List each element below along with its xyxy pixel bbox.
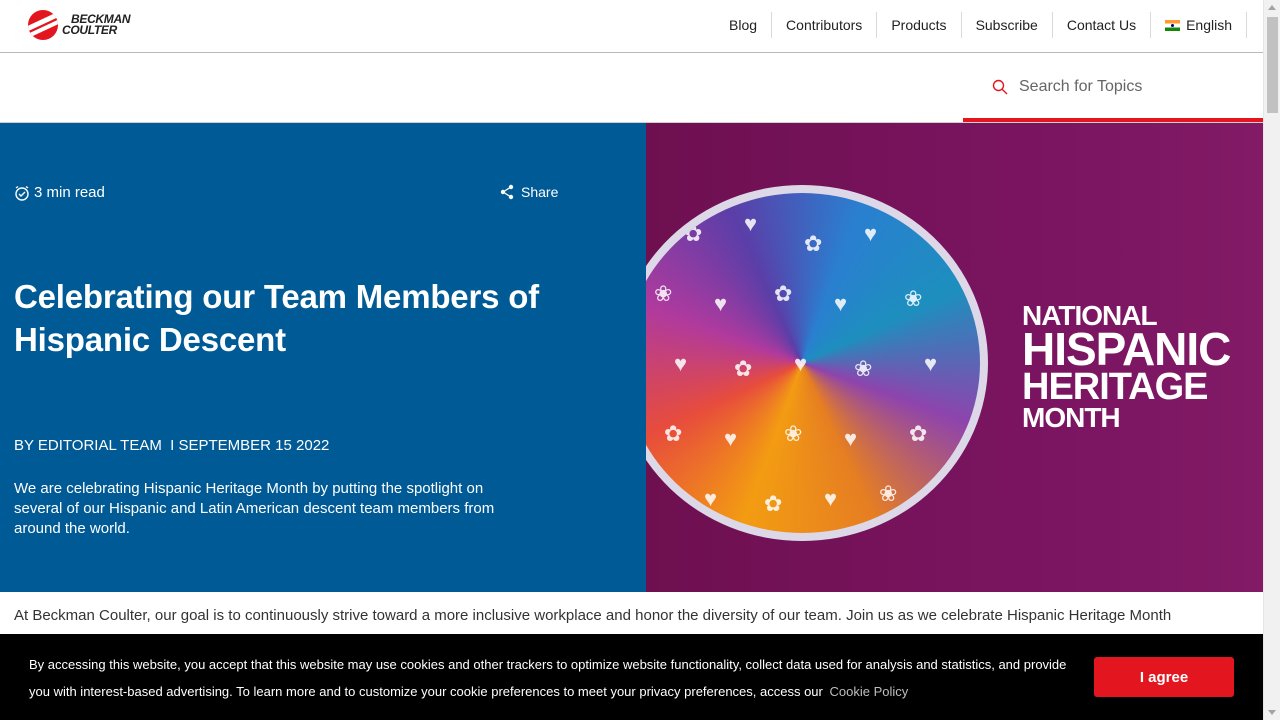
nav-contributors[interactable]: Contributors — [771, 12, 876, 38]
search-bar — [0, 53, 1263, 123]
flower-icon: ❀ — [654, 281, 673, 306]
article-byline: BY EDITORIAL TEAM I SEPTEMBER 15 2022 — [14, 437, 330, 454]
article-lede: We are celebrating Hispanic Heritage Mon… — [14, 480, 495, 537]
logo-mark-icon — [28, 10, 58, 40]
logo-line2: COULTER — [62, 23, 118, 37]
flower-icon: ❀ — [854, 356, 873, 381]
article-title: Celebrating our Team Members of Hispanic… — [14, 278, 539, 358]
main-nav: Blog Contributors Products Subscribe Con… — [715, 12, 1247, 38]
share-button[interactable]: Share — [499, 184, 558, 200]
promo-line3: HERITAGE — [1022, 366, 1209, 408]
flower-icon: ✿ — [684, 221, 703, 246]
flower-icon: ❀ — [879, 481, 898, 506]
flower-icon: ✿ — [909, 421, 928, 446]
hero-image: ✿ ♥ ✿ ♥ ❀ ♥ ✿ ♥ ❀ ♥ ✿ ♥ ❀ ♥ ✿ ♥ ❀ ♥ ✿ ♥ … — [646, 123, 1263, 592]
flower-icon: ✿ — [734, 356, 753, 381]
heart-icon: ♥ — [844, 426, 858, 451]
read-time-label: 3 min read — [34, 184, 105, 201]
scroll-down-arrow-icon[interactable] — [1268, 710, 1276, 715]
flower-icon: ✿ — [774, 281, 793, 306]
hispanic-heritage-medallion: ✿ ♥ ✿ ♥ ❀ ♥ ✿ ♥ ❀ ♥ ✿ ♥ ❀ ♥ ✿ ♥ ❀ ♥ ✿ ♥ … — [646, 185, 988, 541]
flower-icon: ❀ — [904, 286, 923, 311]
heart-icon: ♥ — [674, 351, 688, 376]
heart-icon: ♥ — [924, 351, 938, 376]
scroll-thumb[interactable] — [1267, 17, 1278, 113]
heart-icon: ♥ — [744, 211, 758, 236]
scroll-up-arrow-icon[interactable] — [1268, 5, 1276, 10]
flower-icon: ✿ — [664, 421, 683, 446]
nav-products[interactable]: Products — [876, 12, 960, 38]
article-hero: 3 min read Share Celebrating our Team Me… — [0, 123, 646, 592]
cookie-policy-link[interactable]: Cookie Policy — [830, 684, 909, 699]
heart-icon: ♥ — [834, 291, 848, 316]
heritage-month-wordmark: NATIONAL HISPANIC HERITAGE MONTH — [1022, 302, 1231, 433]
flower-icon: ✿ — [804, 231, 823, 256]
promo-line2: HISPANIC — [1022, 323, 1231, 375]
flower-icon: ✿ — [764, 491, 783, 516]
search-icon[interactable] — [992, 79, 1008, 95]
heart-icon: ♥ — [714, 291, 728, 316]
promo-line4: MONTH — [1022, 402, 1121, 433]
heart-icon: ♥ — [704, 486, 718, 511]
search-input[interactable] — [1019, 75, 1249, 99]
beckman-coulter-logo[interactable]: BECKMAN COULTER — [28, 10, 131, 40]
heart-icon: ♥ — [824, 486, 838, 511]
heart-icon: ♥ — [724, 426, 738, 451]
heart-icon: ♥ — [794, 351, 808, 376]
search-box — [963, 53, 1263, 123]
flower-icon: ❀ — [784, 421, 803, 446]
nav-subscribe[interactable]: Subscribe — [960, 12, 1052, 38]
share-label: Share — [521, 184, 559, 200]
language-label: English — [1186, 17, 1232, 33]
share-icon — [500, 184, 514, 200]
clock-icon — [15, 185, 29, 201]
cookie-text: By accessing this website, you accept th… — [29, 651, 1089, 705]
site-header: BECKMAN COULTER Blog Contributors Produc… — [0, 0, 1263, 53]
cookie-message: By accessing this website, you accept th… — [29, 657, 1067, 699]
india-flag-icon — [1165, 19, 1181, 31]
language-selector[interactable]: English — [1150, 12, 1247, 38]
nav-contact-us[interactable]: Contact Us — [1051, 12, 1150, 38]
heart-icon: ♥ — [864, 221, 878, 246]
nav-blog[interactable]: Blog — [715, 12, 771, 38]
read-time: 3 min read — [14, 184, 105, 201]
article-intro: At Beckman Coulter, our goal is to conti… — [14, 607, 1172, 624]
agree-button[interactable]: I agree — [1094, 657, 1234, 697]
cookie-banner: By accessing this website, you accept th… — [0, 634, 1263, 720]
page-scrollbar[interactable] — [1263, 0, 1280, 720]
